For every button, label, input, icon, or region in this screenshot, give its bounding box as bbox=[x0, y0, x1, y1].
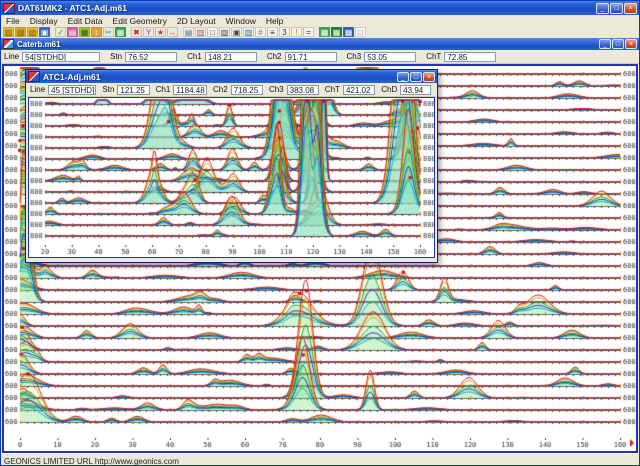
exclaim-icon[interactable]: ! bbox=[291, 27, 302, 37]
split-line-icon[interactable]: Y bbox=[143, 27, 154, 37]
menu-window[interactable]: Window bbox=[221, 16, 261, 26]
caterb-field-label-stn: Stn bbox=[110, 52, 123, 61]
app-icon bbox=[3, 2, 15, 14]
map-green-icon[interactable]: ▦ bbox=[319, 27, 330, 37]
menu-2d-layout[interactable]: 2D Layout bbox=[172, 16, 221, 26]
atc1-field-value-cht[interactable]: 421.02 bbox=[342, 84, 376, 95]
edit-geometry-icon[interactable]: ▦ bbox=[79, 27, 90, 37]
profile-view-icon[interactable]: ▤ bbox=[183, 27, 194, 37]
delete-icon[interactable]: ✖ bbox=[131, 27, 142, 37]
contour-view-icon[interactable]: ▥ bbox=[195, 27, 206, 37]
station-marks-icon[interactable]: # bbox=[255, 27, 266, 37]
caterb-field-value-ch3[interactable]: 53.05 bbox=[364, 51, 417, 62]
status-text: GEONICS LIMITED URL http://www.geonics.c… bbox=[4, 456, 179, 466]
app-window: DAT61MK2 - ATC1-Adj.m61 _ □ × File Displa… bbox=[0, 0, 640, 466]
caterb-field-value-ch2[interactable]: 91.71 bbox=[284, 51, 337, 62]
atc1-maximize-button[interactable]: □ bbox=[410, 71, 422, 82]
caterb-close-button[interactable]: × bbox=[625, 39, 637, 49]
tile-windows-icon[interactable]: ▧ bbox=[219, 27, 230, 37]
caterb-minimize-button[interactable]: _ bbox=[599, 39, 611, 49]
caterb-field-value-stn[interactable]: 76.52 bbox=[125, 51, 178, 62]
three-d-icon[interactable]: 3 bbox=[279, 27, 290, 37]
edit-data-icon[interactable]: ▤ bbox=[67, 27, 78, 37]
caterb-field-label-ch1: Ch1 bbox=[187, 52, 202, 61]
atc1-plot-canvas[interactable] bbox=[29, 98, 434, 257]
open-file-icon[interactable]: ▨ bbox=[3, 27, 14, 37]
open-recent-icon[interactable]: ▨ bbox=[27, 27, 38, 37]
map-dark-icon[interactable]: ▦ bbox=[331, 27, 342, 37]
caterb-window-controls: _ □ × bbox=[599, 39, 637, 49]
menu-edit-geometry[interactable]: Edit Geometry bbox=[108, 16, 172, 26]
equals-icon[interactable]: = bbox=[303, 27, 314, 37]
title-bar[interactable]: DAT61MK2 - ATC1-Adj.m61 _ □ × bbox=[1, 1, 639, 15]
map-blue-icon[interactable]: ▦ bbox=[343, 27, 354, 37]
caterb-window-icon bbox=[3, 39, 14, 49]
atc1-minimize-button[interactable]: _ bbox=[397, 71, 409, 82]
table-icon[interactable]: ▦ bbox=[115, 27, 126, 37]
atc1-field-label-chd: ChD bbox=[381, 85, 398, 94]
pan-icon[interactable]: ↔ bbox=[167, 27, 178, 37]
atc1-field-label-stn: Stn bbox=[102, 85, 115, 94]
accept-check-icon[interactable]: ✓ bbox=[55, 27, 66, 37]
caterb-field-value-cht[interactable]: 72.85 bbox=[444, 51, 497, 62]
caterb-field-label-line: Line bbox=[4, 52, 20, 61]
atc1-title-bar[interactable]: ATC1-Adj.m61 _ □ × bbox=[26, 70, 437, 83]
atc1-field-value-ch1[interactable]: 1184.48 bbox=[173, 84, 208, 95]
caterb-maximize-button[interactable]: □ bbox=[612, 39, 624, 49]
menu-file[interactable]: File bbox=[1, 16, 25, 26]
atc1-field-value-line[interactable]: 45 [STDHD] bbox=[48, 84, 97, 95]
atc1-window-title: ATC1-Adj.m61 bbox=[43, 71, 101, 82]
caterb-field-label-ch3: Ch3 bbox=[346, 52, 362, 61]
atc1-window-icon bbox=[28, 71, 40, 82]
caterb-field-row: Line 54[STDHD] Stn 76.52 Ch1 148.21 Ch2 91.71 Ch… bbox=[1, 50, 639, 64]
minimize-button[interactable]: _ bbox=[596, 2, 609, 14]
atc1-plot-frame[interactable] bbox=[28, 97, 435, 258]
atc1-window[interactable]: ATC1-Adj.m61 _ □ × Line 45 [STDHD] Stn 121.… bbox=[25, 69, 438, 263]
atc1-field-value-chd[interactable]: 43.94 bbox=[400, 84, 432, 95]
caterb-field-value-line[interactable]: 54[STDHD] bbox=[22, 51, 101, 62]
atc1-window-controls: _ □ × bbox=[397, 71, 435, 82]
marker-icon[interactable]: ★ bbox=[155, 27, 166, 37]
list-icon[interactable]: ≡ bbox=[267, 27, 278, 37]
status-bar: GEONICS LIMITED URL http://www.geonics.c… bbox=[1, 453, 639, 466]
caterb-field-label-ch2: Ch2 bbox=[266, 52, 282, 61]
atc1-close-button[interactable]: × bbox=[423, 71, 435, 82]
caterb-title-bar[interactable]: Caterb.m61 _ □ × bbox=[1, 38, 639, 50]
window-title: DAT61MK2 - ATC1-Adj.m61 bbox=[18, 3, 127, 13]
caterb-field-value-ch1[interactable]: 148.21 bbox=[204, 51, 257, 62]
caterb-window-title: Caterb.m61 bbox=[17, 39, 61, 49]
window-controls: _ □ × bbox=[596, 2, 637, 14]
atc1-field-value-ch2[interactable]: 718.25 bbox=[230, 84, 263, 95]
map-plain-icon[interactable]: □ bbox=[355, 27, 366, 37]
atc1-field-value-stn[interactable]: 121.25 bbox=[117, 84, 150, 95]
atc1-field-label-ch3: Ch3 bbox=[268, 85, 284, 94]
restore-button[interactable]: □ bbox=[610, 2, 623, 14]
caterb-field-label-cht: ChT bbox=[426, 52, 442, 61]
zoom-window-icon[interactable]: □ bbox=[207, 27, 218, 37]
close-button[interactable]: × bbox=[624, 2, 637, 14]
cut-icon[interactable]: ✂ bbox=[103, 27, 114, 37]
atc1-field-label-line: Line bbox=[30, 85, 46, 94]
cascade-windows-icon[interactable]: ▣ bbox=[231, 27, 242, 37]
atc1-field-label-ch1: Ch1 bbox=[155, 85, 171, 94]
open-add-icon[interactable]: ▨ bbox=[15, 27, 26, 37]
atc1-field-value-ch3[interactable]: 383.08 bbox=[286, 84, 319, 95]
grid-lines-icon[interactable]: ▥ bbox=[243, 27, 254, 37]
atc1-field-row: Line 45 [STDHD] Stn 121.25 Ch1 1184.48 Ch2 718.… bbox=[26, 83, 437, 97]
menu-edit-data[interactable]: Edit Data bbox=[63, 16, 108, 26]
sort-stations-icon[interactable]: ↕ bbox=[91, 27, 102, 37]
atc1-field-label-cht: ChT bbox=[324, 85, 340, 94]
save-icon[interactable]: ▣ bbox=[39, 27, 50, 37]
menu-display[interactable]: Display bbox=[25, 16, 63, 26]
atc1-field-label-ch2: Ch2 bbox=[213, 85, 228, 94]
menu-help[interactable]: Help bbox=[261, 16, 288, 26]
